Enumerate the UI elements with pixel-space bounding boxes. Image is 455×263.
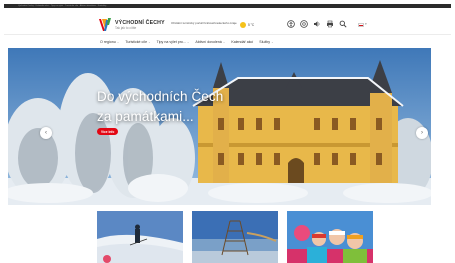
search-icon[interactable]	[339, 20, 347, 28]
sun-icon	[240, 22, 246, 28]
carousel-prev-button[interactable]: ‹	[40, 127, 52, 139]
printer-icon[interactable]	[326, 20, 334, 28]
nav-item-o-regionu[interactable]: O regionu ⌄	[100, 38, 125, 46]
accessibility-icon[interactable]	[287, 20, 295, 28]
teaser-cards	[97, 211, 373, 263]
card-image	[287, 211, 373, 263]
logo[interactable]	[98, 17, 112, 33]
hero-title: Do východních Čech za památkami...	[97, 89, 224, 124]
chevron-down-icon: ⌄	[186, 40, 190, 44]
chevron-down-icon: ⌄	[271, 40, 274, 44]
chevron-down-icon: ⌄	[148, 40, 151, 44]
speaker-icon[interactable]	[313, 20, 321, 28]
header-icons	[287, 20, 347, 28]
hero-banner[interactable]: Do východních Čech za památkami... Více …	[8, 48, 431, 205]
card-image	[97, 211, 183, 263]
language-flag[interactable]	[358, 23, 364, 27]
nav-item-sluzby[interactable]: Služby ⌄	[259, 38, 279, 46]
nav-item-tipy-na-vylet[interactable]: Tipy na výlet pro... ⌄	[157, 38, 196, 46]
chevron-right-icon: ›	[421, 130, 423, 136]
nav-item-turisticke-cile[interactable]: Turistické cíle ⌄	[125, 38, 156, 46]
logo-subtitle: Tak jak to cítíte	[115, 26, 137, 30]
card-winter-skiing[interactable]	[97, 211, 183, 263]
camera-icon[interactable]	[300, 20, 308, 28]
carousel-next-button[interactable]: ›	[416, 127, 428, 139]
header: VÝCHODNÍ ČECHY Tak jak to cítíte Oficiál…	[4, 8, 451, 35]
logo-text[interactable]: VÝCHODNÍ ČECHY Tak jak to cítíte	[115, 20, 165, 30]
more-info-button[interactable]: Více info	[97, 128, 119, 135]
chevron-left-icon: ‹	[45, 130, 47, 136]
nav-item-aktivni-dovolena[interactable]: Aktivní dovolená ⌄	[195, 38, 231, 46]
chevron-down-icon: ⌄	[116, 40, 120, 44]
main-nav: O regionu ⌄ Turistické cíle ⌄ Tipy na výle…	[4, 36, 451, 48]
card-image	[192, 211, 278, 263]
tagline: Oficiální turistický portál Královéhrade…	[171, 21, 237, 25]
nav-item-kalendar-akci[interactable]: Kalendář akcí	[231, 38, 259, 46]
card-lookout-tower[interactable]	[192, 211, 278, 263]
chevron-down-icon: ⌄	[222, 40, 226, 44]
weather-temp: 5 °C	[248, 23, 255, 27]
weather-widget[interactable]: 5 °C	[240, 22, 254, 28]
chevron-down-icon[interactable]: ▾	[365, 22, 367, 26]
card-family-ski[interactable]	[287, 211, 373, 263]
